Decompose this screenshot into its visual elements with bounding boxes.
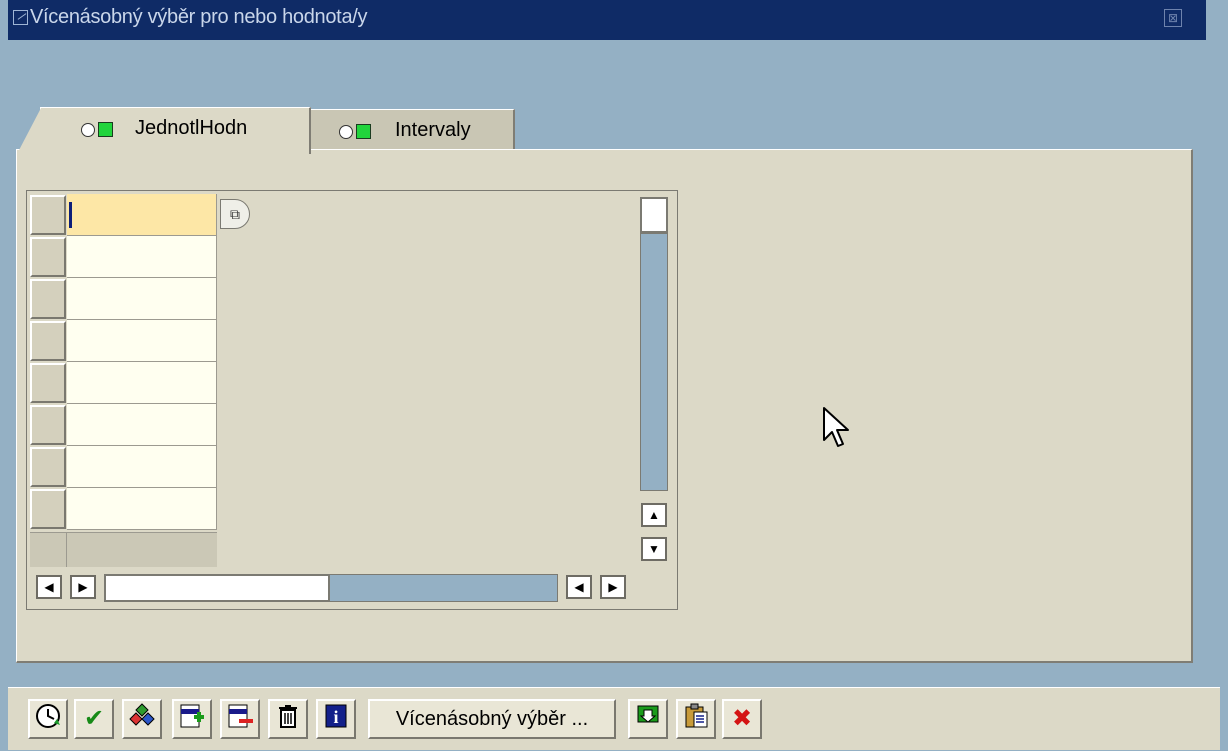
tab-jednotlhodn[interactable]: JednotlHodn [17,107,311,154]
svg-text:i: i [333,707,338,727]
diamonds-icon [129,703,155,726]
import-button[interactable] [628,699,668,739]
trash-icon [279,705,297,728]
vertical-scrollbar[interactable] [640,233,668,491]
row-selector[interactable] [30,363,66,403]
row-selector[interactable] [30,405,66,445]
status-circle-square-icon [339,123,373,141]
scroll-up-button[interactable]: ▲ [641,503,667,527]
cancel-button[interactable]: ✖ [722,699,762,739]
clipboard-icon [685,703,708,728]
row-selector[interactable] [30,195,66,235]
vertical-scroll-thumb[interactable] [640,197,668,233]
selection-options-button[interactable] [122,699,162,739]
value-cell[interactable] [67,278,217,320]
multiple-selection-button[interactable]: Vícenásobný výběr ... [368,699,616,739]
delete-all-button[interactable] [268,699,308,739]
copy-button[interactable]: ✔ [74,699,114,739]
value-cell[interactable] [67,488,217,530]
value-cell[interactable] [67,362,217,404]
tab-intervaly[interactable]: Intervaly [299,109,515,150]
table-empty-area [30,532,217,567]
row-selector[interactable] [30,237,66,277]
scroll-right-button[interactable]: ▶ [70,575,96,599]
row-selector[interactable] [30,447,66,487]
row-selector[interactable] [30,489,66,529]
scroll-left-button[interactable]: ◀ [36,575,62,599]
title-bar: Vícenásobný výběr pro nebo hodnota/y ⊠ [0,0,1228,40]
row-selector[interactable] [30,321,66,361]
help-button[interactable]: i [316,699,356,739]
delete-row-button[interactable] [220,699,260,739]
value-cell[interactable] [67,404,217,446]
row-selector[interactable] [30,279,66,319]
value-cell[interactable] [67,320,217,362]
mouse-cursor-icon [823,407,849,447]
insert-line-icon [180,704,204,728]
scroll-right-button[interactable]: ▶ [600,575,626,599]
multiple-selection-icon[interactable]: ⧉ [220,199,250,229]
paste-clipboard-button[interactable] [676,699,716,739]
insert-row-button[interactable] [172,699,212,739]
value-cell[interactable] [67,446,217,488]
value-cell[interactable] [67,194,217,236]
checkmark-icon: ✔ [83,705,105,732]
horizontal-scroll-thumb[interactable] [104,574,330,602]
close-x-icon: ✖ [731,705,753,732]
scroll-left-button[interactable]: ◀ [566,575,592,599]
value-cell[interactable] [67,236,217,278]
tab-label: JednotlHodn [135,117,248,139]
import-icon [637,705,659,723]
close-window-icon[interactable]: ⊠ [1164,9,1182,27]
text-caret [69,202,72,228]
delete-line-icon [228,704,253,728]
tab-label: Intervaly [395,119,471,141]
status-circle-square-icon [81,121,115,139]
scroll-down-button[interactable]: ▼ [641,537,667,561]
execute-button[interactable] [28,699,68,739]
window-title: Vícenásobný výběr pro nebo hodnota/y [30,6,368,28]
clock-icon [36,704,60,728]
window-icon [13,10,28,25]
info-icon: i [325,704,347,728]
